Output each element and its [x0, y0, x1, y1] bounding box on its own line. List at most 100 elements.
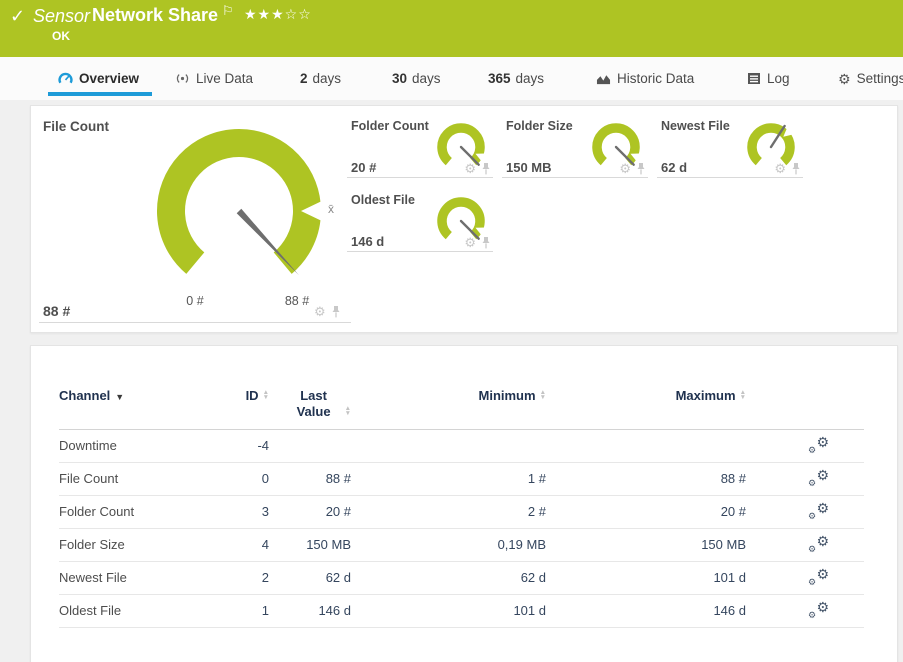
tile-actions: ⚙ — [464, 237, 491, 249]
tile-divider — [39, 322, 351, 323]
tab-label: Historic Data — [617, 71, 694, 86]
edit-channel-gears-icon[interactable]: ⚙⚙ — [808, 436, 829, 453]
channels-table-panel: Channel▼ ID▲▼ Last Value▲▼ Minimum▲▼ Max… — [30, 345, 898, 662]
channel-id: 0 — [219, 471, 269, 486]
channel-id: 2 — [219, 570, 269, 585]
minimum: 0,19 MB — [351, 537, 546, 552]
gauge-title: Oldest File — [351, 193, 415, 207]
last-value: 146 d — [269, 603, 351, 618]
stars-filled[interactable]: ★★★ — [244, 6, 285, 22]
channel-settings-gear-icon[interactable]: ⚙ — [464, 237, 476, 249]
tab-settings[interactable]: ⚙ Settings — [838, 57, 903, 100]
tab-label: Live Data — [196, 71, 253, 86]
gauge-tile-oldest-file[interactable]: Oldest File 146 d ⚙ — [347, 193, 493, 252]
tab-2-days[interactable]: 2 days — [300, 57, 341, 100]
minimum: 62 d — [351, 570, 546, 585]
channel-name[interactable]: Downtime — [59, 438, 219, 453]
table-row[interactable]: Folder Count 3 20 # 2 # 20 # ⚙⚙ — [59, 496, 864, 529]
tab-log[interactable]: Log — [747, 57, 790, 100]
status-ok-check-icon: ✓ — [10, 6, 25, 27]
sort-icon: ▲▼ — [740, 390, 746, 400]
active-tab-indicator — [48, 92, 152, 96]
table-row[interactable]: Oldest File 1 146 d 101 d 146 d ⚙⚙ — [59, 595, 864, 628]
minimum: 101 d — [351, 603, 546, 618]
channel-id: 3 — [219, 504, 269, 519]
edit-channel-gears-icon[interactable]: ⚙⚙ — [808, 469, 829, 486]
live-data-icon — [175, 71, 190, 86]
edit-channel-gears-icon[interactable]: ⚙⚙ — [808, 502, 829, 519]
tab-365-days[interactable]: 365 days — [488, 57, 544, 100]
minimum: 1 # — [351, 471, 546, 486]
tab-label: Log — [767, 71, 790, 86]
tab-live-data[interactable]: Live Data — [175, 57, 253, 100]
gauges-panel: File Count x̄ 0 # 88 # 88 # ⚙ Folder Cou… — [30, 105, 898, 333]
pin-icon[interactable] — [791, 163, 801, 175]
channel-settings-gear-icon[interactable]: ⚙ — [619, 163, 631, 175]
column-header-channel[interactable]: Channel ▼ — [59, 388, 219, 403]
tab-label: Settings — [857, 71, 903, 86]
tile-actions: ⚙ — [774, 163, 801, 175]
tile-actions: ⚙ — [314, 306, 341, 318]
gauge-current-value: 150 MB — [506, 160, 552, 175]
table-row[interactable]: Newest File 2 62 d 62 d 101 d ⚙⚙ — [59, 562, 864, 595]
channel-name[interactable]: Newest File — [59, 570, 219, 585]
edit-channel-gears-icon[interactable]: ⚙⚙ — [808, 568, 829, 585]
column-label: Channel — [59, 388, 110, 403]
last-value: 88 # — [269, 471, 351, 486]
file-count-gauge[interactable] — [149, 123, 329, 303]
column-header-maximum[interactable]: Maximum▲▼ — [546, 388, 746, 403]
tab-label: Overview — [79, 71, 139, 86]
tab-number: 30 — [392, 71, 407, 86]
channel-name[interactable]: Folder Size — [59, 537, 219, 552]
gauge-tile-folder-count[interactable]: Folder Count 20 # ⚙ — [347, 119, 493, 178]
historic-chart-icon — [596, 72, 611, 86]
maximum: 20 # — [546, 504, 746, 519]
column-label: Last Value — [287, 388, 341, 421]
priority-stars[interactable]: ★★★☆☆ — [244, 6, 312, 23]
priority-flag-icon[interactable]: ⚐ — [222, 3, 234, 19]
tab-historic-data[interactable]: Historic Data — [596, 57, 694, 100]
maximum: 88 # — [546, 471, 746, 486]
sort-desc-icon: ▼ — [115, 392, 124, 402]
edit-channel-gears-icon[interactable]: ⚙⚙ — [808, 535, 829, 552]
gauge-tile-folder-size[interactable]: Folder Size 150 MB ⚙ — [502, 119, 648, 178]
gauge-tile-newest-file[interactable]: Newest File 62 d ⚙ — [657, 119, 803, 178]
maximum: 101 d — [546, 570, 746, 585]
channel-name[interactable]: Oldest File — [59, 603, 219, 618]
sensor-type-label: Sensor — [33, 6, 90, 27]
stars-empty[interactable]: ☆☆ — [285, 6, 312, 22]
average-marker: x̄ — [328, 202, 334, 216]
column-header-id[interactable]: ID▲▼ — [219, 388, 269, 403]
table-row[interactable]: Downtime -4 ⚙⚙ — [59, 430, 864, 463]
pin-icon[interactable] — [636, 163, 646, 175]
channel-settings-gear-icon[interactable]: ⚙ — [314, 306, 326, 318]
channel-settings-gear-icon[interactable]: ⚙ — [774, 163, 786, 175]
tab-label: days — [412, 71, 441, 86]
gauge-title: Folder Count — [351, 119, 429, 133]
pin-icon[interactable] — [481, 163, 491, 175]
gear-icon: ⚙ — [838, 73, 851, 85]
channel-settings-gear-icon[interactable]: ⚙ — [464, 163, 476, 175]
channel-name[interactable]: File Count — [59, 471, 219, 486]
gauge-current-value: 88 # — [43, 303, 70, 319]
column-header-last-value[interactable]: Last Value ▲▼ — [269, 388, 351, 421]
prtg-sensor-page: ✓ Sensor Network Share ⚐ ★★★☆☆ OK Overvi… — [0, 0, 903, 662]
edit-channel-gears-icon[interactable]: ⚙⚙ — [808, 601, 829, 618]
gauge-current-value: 20 # — [351, 160, 376, 175]
log-list-icon — [747, 72, 761, 85]
channel-id: -4 — [219, 438, 269, 453]
gauge-icon — [58, 71, 73, 86]
tile-actions: ⚙ — [619, 163, 646, 175]
pin-icon[interactable] — [481, 237, 491, 249]
channel-name[interactable]: Folder Count — [59, 504, 219, 519]
last-value: 150 MB — [269, 537, 351, 552]
pin-icon[interactable] — [331, 306, 341, 318]
tab-number: 365 — [488, 71, 511, 86]
tab-30-days[interactable]: 30 days — [392, 57, 441, 100]
table-row[interactable]: File Count 0 88 # 1 # 88 # ⚙⚙ — [59, 463, 864, 496]
column-header-minimum[interactable]: Minimum▲▼ — [351, 388, 546, 403]
tile-actions: ⚙ — [464, 163, 491, 175]
column-label: ID — [246, 388, 259, 403]
table-row[interactable]: Folder Size 4 150 MB 0,19 MB 150 MB ⚙⚙ — [59, 529, 864, 562]
sort-icon: ▲▼ — [345, 406, 351, 416]
